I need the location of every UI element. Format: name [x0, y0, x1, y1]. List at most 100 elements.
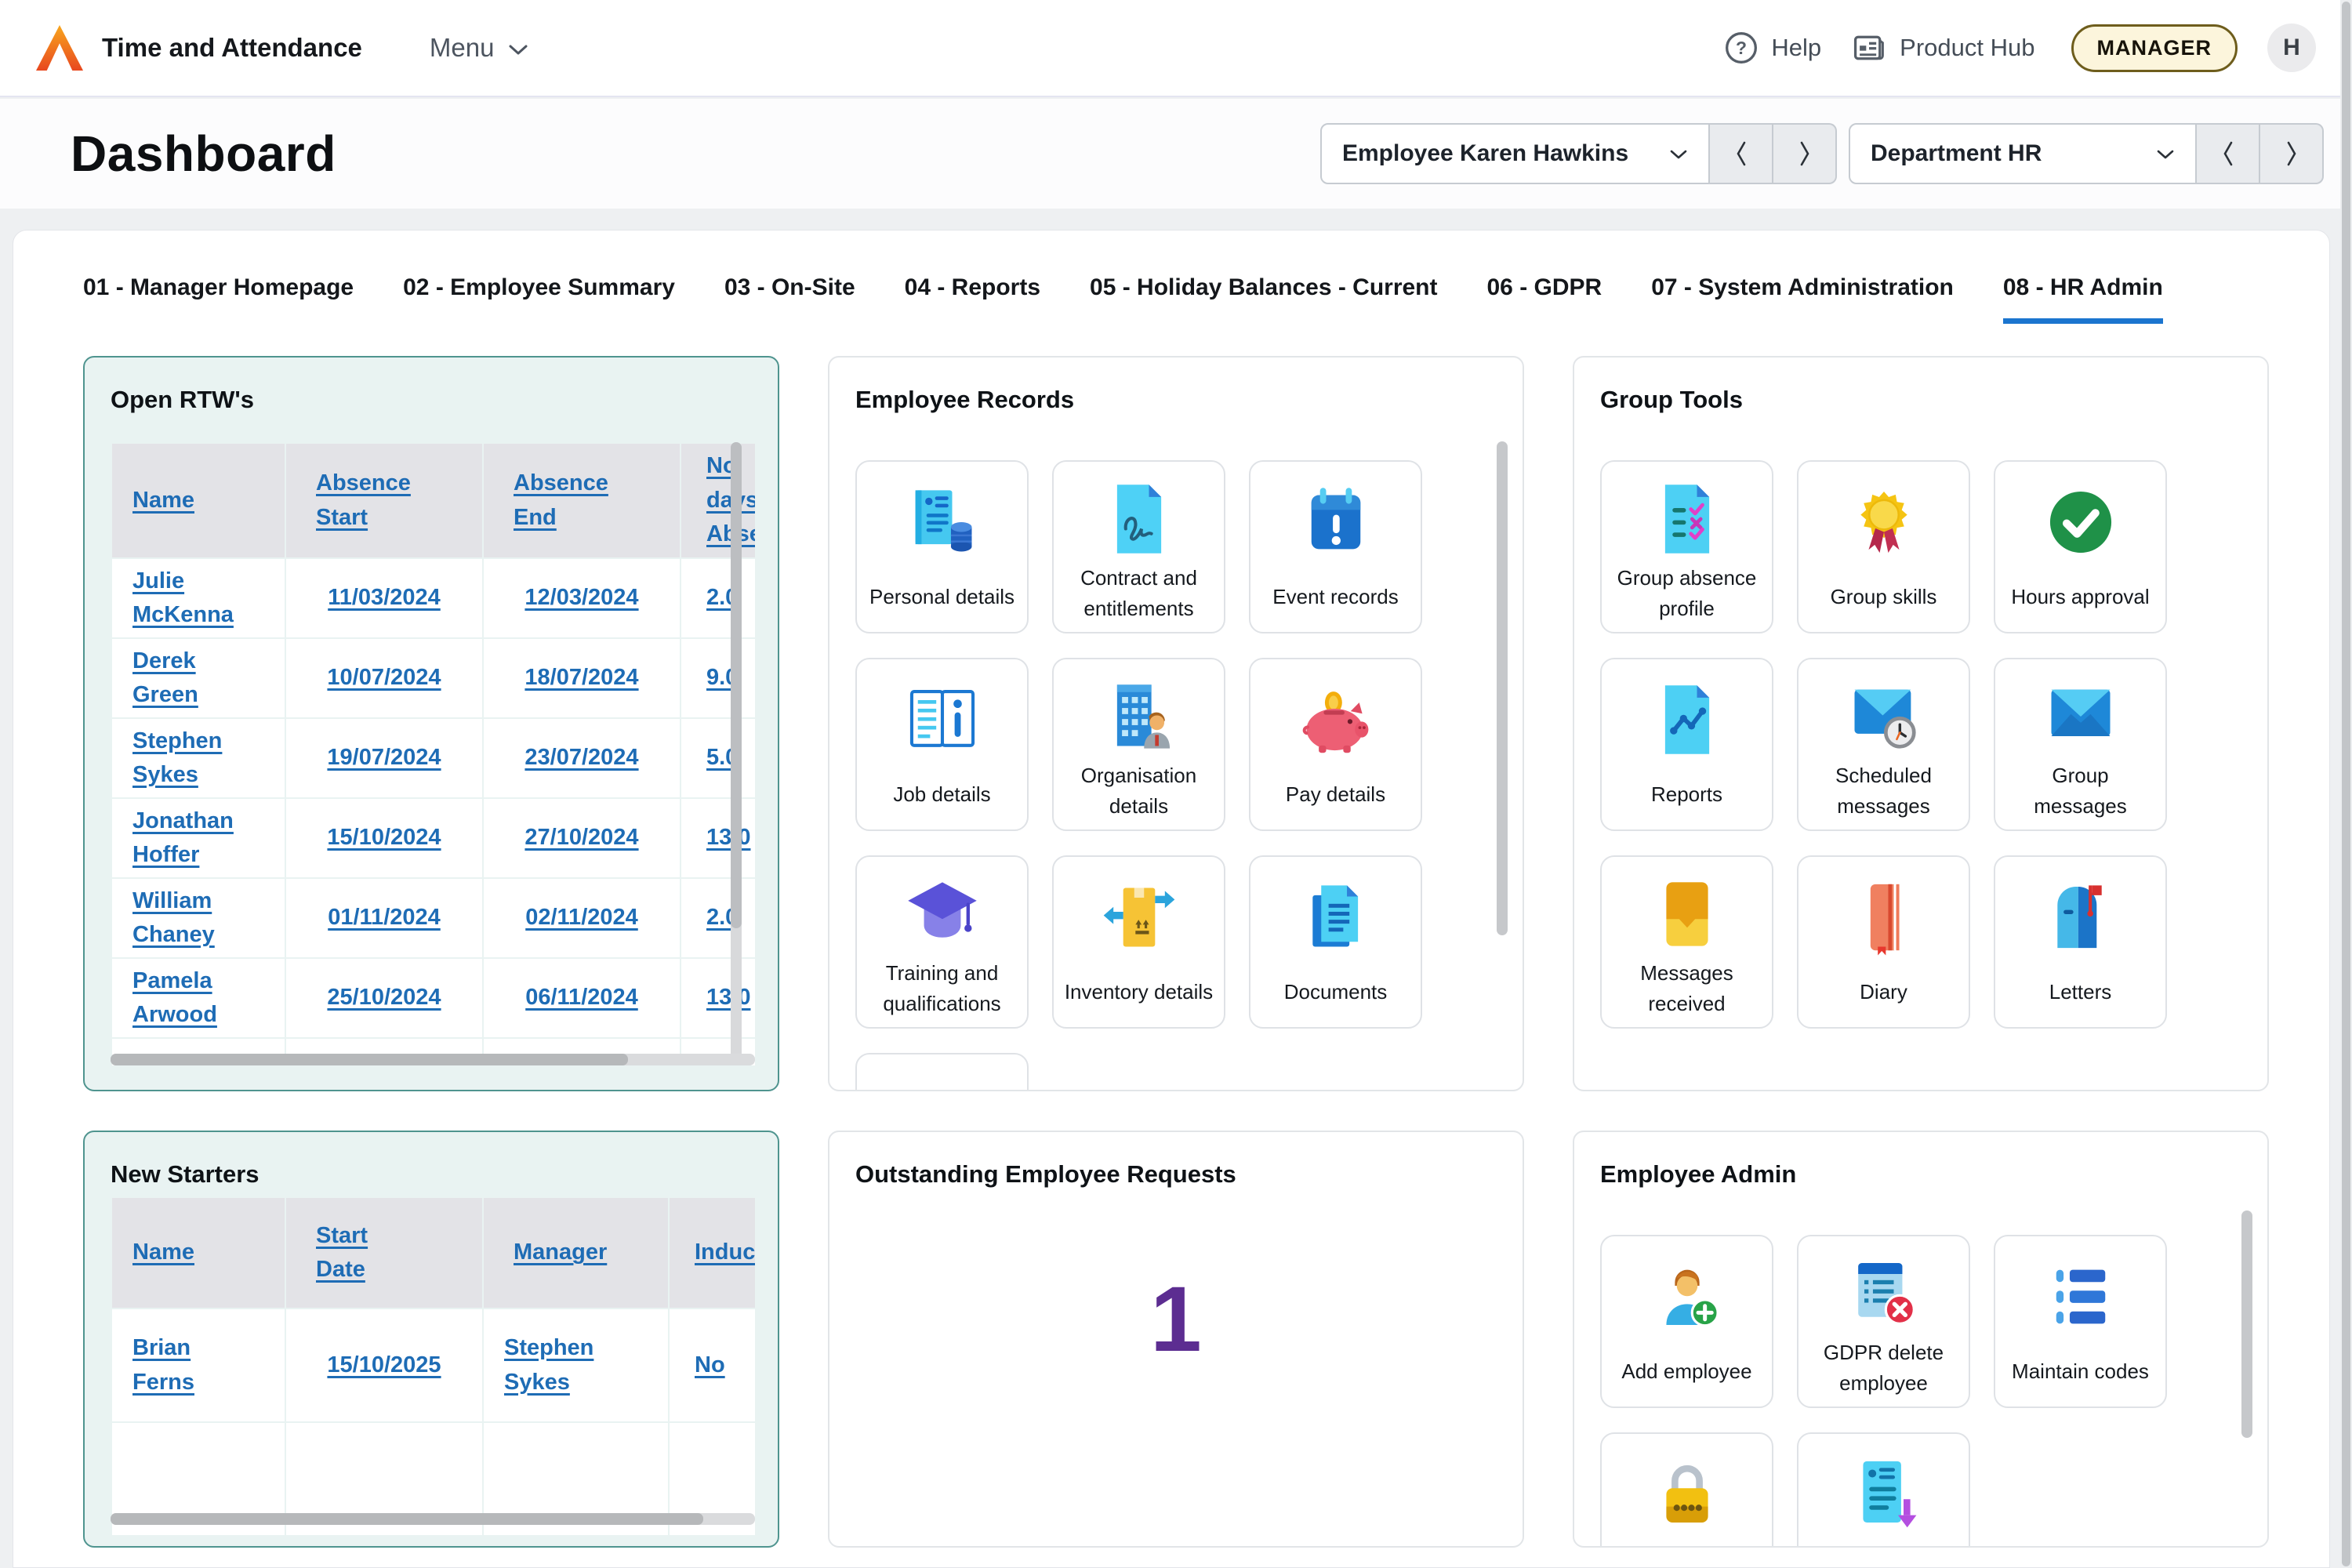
employee-prev-button[interactable]: [1710, 123, 1773, 184]
card-partial-employee-export-icon[interactable]: [1797, 1432, 1970, 1548]
tab-06-gdpr[interactable]: 06 - GDPR: [1487, 274, 1602, 324]
cell-link[interactable]: 06/11/2024: [525, 981, 638, 1015]
cell-link[interactable]: 15/10/2024: [327, 821, 441, 855]
page-header: Dashboard Employee Karen Hawkins Departm…: [0, 99, 2352, 209]
role-badge: MANAGER: [2071, 24, 2238, 72]
employee-selector: Employee Karen Hawkins: [1320, 123, 1837, 184]
cell-link[interactable]: 11/03/2024: [328, 581, 441, 615]
card-maintain-codes[interactable]: Maintain codes: [1994, 1235, 2167, 1408]
card-group-messages[interactable]: Group messages: [1994, 658, 2167, 831]
card-hours-approval[interactable]: Hours approval: [1994, 460, 2167, 633]
sort-link-manager[interactable]: Manager: [514, 1236, 607, 1270]
card-gdpr-delete-employee[interactable]: GDPR delete employee: [1797, 1235, 1970, 1408]
page-scrollbar[interactable]: [2340, 0, 2352, 1568]
card-diary[interactable]: Diary: [1797, 855, 1970, 1029]
tab-05-holiday-balances-current[interactable]: 05 - Holiday Balances - Current: [1090, 274, 1437, 324]
cell: Derek Green: [112, 639, 285, 717]
gdpr-delete-icon: [1845, 1254, 1923, 1333]
open-rtws-horizontal-scrollbar[interactable]: [111, 1054, 755, 1065]
cell-link[interactable]: 13.0: [706, 821, 750, 855]
tab-07-system-administration[interactable]: 07 - System Administration: [1651, 274, 1954, 324]
new-starters-horizontal-scrollbar[interactable]: [111, 1513, 755, 1525]
help-button[interactable]: ? Help: [1724, 31, 1821, 65]
sort-link-absence-start[interactable]: Absence Start: [316, 466, 422, 535]
cell-link[interactable]: 27/10/2024: [524, 821, 638, 855]
product-hub-button[interactable]: Product Hub: [1851, 31, 2034, 65]
cell-link[interactable]: 13.0: [706, 981, 750, 1015]
card-organisation-details[interactable]: Organisation details: [1052, 658, 1225, 831]
card-partial[interactable]: [855, 1053, 1029, 1091]
open-rtws-table: NameAbsence StartAbsence EndNo days Abse…: [111, 442, 755, 1065]
cell-link[interactable]: Derek Green: [132, 644, 238, 713]
avatar[interactable]: H: [2267, 24, 2316, 72]
contract-icon: [1100, 480, 1178, 558]
card-label: Reports: [1642, 768, 1732, 829]
card-documents[interactable]: Documents: [1249, 855, 1422, 1029]
cell-link[interactable]: 02/11/2024: [525, 901, 638, 935]
card-inventory-details[interactable]: Inventory details: [1052, 855, 1225, 1029]
card-group-absence-profile[interactable]: Group absence profile: [1600, 460, 1773, 633]
cell-link[interactable]: Jonathan Hoffer: [132, 804, 238, 873]
card-letters[interactable]: Letters: [1994, 855, 2167, 1029]
cell-link[interactable]: 12/03/2024: [524, 581, 638, 615]
card-partial-padlock-icon[interactable]: [1600, 1432, 1773, 1548]
cell-link[interactable]: 10/07/2024: [327, 661, 441, 695]
sort-link-name[interactable]: Name: [132, 1236, 194, 1270]
cell: 18/07/2024: [484, 639, 680, 717]
card-pay-details[interactable]: Pay details: [1249, 658, 1422, 831]
card-add-employee[interactable]: Add employee: [1600, 1235, 1773, 1408]
cell: 12/03/2024: [484, 559, 680, 637]
cell-link[interactable]: Pamela Arwood: [132, 964, 238, 1033]
tab-02-employee-summary[interactable]: 02 - Employee Summary: [403, 274, 675, 324]
card-reports[interactable]: Reports: [1600, 658, 1773, 831]
cell-link[interactable]: 19/07/2024: [327, 741, 441, 775]
tab-01-manager-homepage[interactable]: 01 - Manager Homepage: [83, 274, 354, 324]
tab-08-hr-admin[interactable]: 08 - HR Admin: [2003, 274, 2163, 324]
cell-link[interactable]: 25/10/2024: [327, 981, 441, 1015]
cell-link[interactable]: Stephen Sykes: [504, 1331, 610, 1399]
card-personal-details[interactable]: Personal details: [855, 460, 1029, 633]
cell: 13.0: [681, 799, 755, 877]
cell-link[interactable]: Stephen Sykes: [132, 724, 238, 793]
table-row: Derek Green10/07/202418/07/20249.0: [112, 639, 755, 717]
mailbox-icon: [2042, 878, 2120, 956]
sort-link-start-date[interactable]: Start Date: [316, 1219, 422, 1287]
employee-records-scrollbar[interactable]: [1497, 441, 1508, 935]
tab-04-reports[interactable]: 04 - Reports: [905, 274, 1040, 324]
card-group-skills[interactable]: Group skills: [1797, 460, 1970, 633]
sort-link-absence-end[interactable]: Absence End: [514, 466, 619, 535]
cell-link[interactable]: 15/10/2025: [327, 1348, 441, 1383]
department-next-button[interactable]: [2260, 123, 2324, 184]
card-contract-and-entitlements[interactable]: Contract and entitlements: [1052, 460, 1225, 633]
envelope-icon: [2040, 677, 2122, 756]
card-label: Hours approval: [2002, 570, 2158, 632]
employee-admin-scrollbar[interactable]: [2241, 1210, 2252, 1438]
menu-button[interactable]: Menu: [430, 33, 529, 63]
department-prev-button[interactable]: [2197, 123, 2260, 184]
cell-link[interactable]: 18/07/2024: [524, 661, 638, 695]
card-scheduled-messages[interactable]: Scheduled messages: [1797, 658, 1970, 831]
employee-dropdown[interactable]: Employee Karen Hawkins: [1320, 123, 1710, 184]
cell-link[interactable]: No: [695, 1348, 725, 1383]
card-label: Group skills: [1821, 570, 1947, 632]
open-rtws-vertical-scrollbar[interactable]: [731, 442, 742, 1058]
employee-next-button[interactable]: [1773, 123, 1837, 184]
card-job-details[interactable]: Job details: [855, 658, 1029, 831]
cell-link[interactable]: William Chaney: [132, 884, 238, 953]
sort-link-name[interactable]: Name: [132, 484, 194, 518]
card-event-records[interactable]: Event records: [1249, 460, 1422, 633]
table-row: Julie McKenna11/03/202412/03/20242.0: [112, 559, 755, 637]
tab-03-on-site[interactable]: 03 - On-Site: [724, 274, 855, 324]
employee-records-panel: Employee Records Personal detailsContrac…: [828, 356, 1524, 1091]
sort-link-induction[interactable]: Induction: [695, 1236, 755, 1270]
card-training-and-qualifications[interactable]: Training and qualifications: [855, 855, 1029, 1029]
cell: Julie McKenna: [112, 559, 285, 637]
department-dropdown[interactable]: Department HR: [1849, 123, 2197, 184]
card-messages-received[interactable]: Messages received: [1600, 855, 1773, 1029]
cell-link[interactable]: Brian Ferns: [132, 1331, 238, 1399]
brand-name: Time and Attendance: [102, 33, 362, 63]
cell-link[interactable]: 23/07/2024: [524, 741, 638, 775]
cell-link[interactable]: Julie McKenna: [132, 564, 238, 633]
cell-link[interactable]: 01/11/2024: [328, 901, 441, 935]
personal-details-icon: [903, 483, 982, 561]
